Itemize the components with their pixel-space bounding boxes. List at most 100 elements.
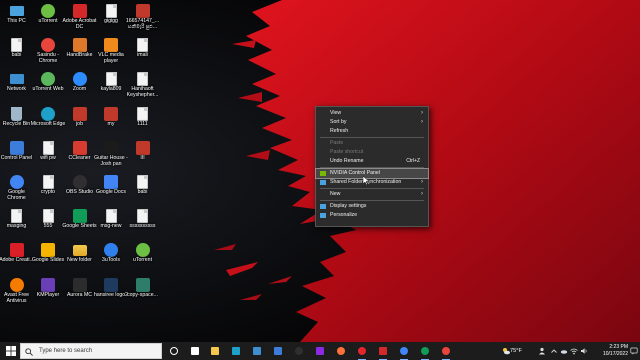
cortana-glyph bbox=[170, 347, 178, 355]
desktop-icon-aurora-mc[interactable]: Aurora MC bbox=[64, 276, 96, 316]
menu-item-paste-shortcut[interactable]: Paste shortcut bbox=[316, 148, 428, 157]
volume-icon[interactable] bbox=[580, 347, 588, 355]
taskbar-mail-icon[interactable] bbox=[272, 345, 284, 357]
nvidia-icon bbox=[320, 171, 326, 176]
sync-icon bbox=[320, 180, 326, 185]
desktop-icon-label: babi bbox=[137, 189, 148, 195]
weather-icon[interactable] bbox=[502, 347, 510, 355]
chevron-up-icon[interactable] bbox=[550, 347, 558, 355]
obs-studio-icon bbox=[72, 175, 87, 189]
adobe-creati-icon bbox=[9, 243, 24, 258]
taskbar-chrome-icon[interactable] bbox=[398, 345, 410, 360]
menu-item-view[interactable]: View › bbox=[316, 109, 428, 118]
copy-space-icon bbox=[135, 277, 150, 292]
desktop-icon-kmplayer[interactable]: KMPlayer bbox=[32, 276, 64, 316]
weather-temperature[interactable]: 75°F bbox=[510, 342, 522, 360]
kayla809-icon bbox=[105, 72, 117, 87]
notification-icon[interactable] bbox=[630, 347, 638, 355]
taskbar-photos-icon[interactable] bbox=[314, 345, 326, 357]
onedrive-icon[interactable] bbox=[560, 347, 568, 355]
menu-item-label: NVIDIA Control Panel bbox=[330, 170, 380, 176]
taskbar-firefox-icon[interactable] bbox=[335, 345, 347, 357]
google-chrome-icon bbox=[9, 175, 24, 189]
menu-item-shortcut: Ctrl+Z bbox=[406, 158, 420, 164]
desktop-icon-avast-free-antivirus[interactable]: Avast Free Antivirus bbox=[1, 276, 33, 316]
ccleaner-icon bbox=[72, 140, 87, 155]
menu-item-label: Display settings bbox=[330, 203, 367, 209]
taskbar-chrome-profile-2-icon[interactable] bbox=[440, 345, 452, 360]
desktop-icon-label: 1111 bbox=[137, 120, 148, 127]
hansiree-logo2-icon bbox=[104, 277, 118, 292]
menu-item-refresh[interactable]: Refresh bbox=[316, 127, 428, 136]
utorrent-icon bbox=[135, 243, 150, 258]
handbrake-icon bbox=[72, 38, 87, 53]
store-glyph bbox=[253, 347, 261, 355]
taskbar-pdf-icon[interactable] bbox=[377, 345, 389, 360]
taskbar-edge-icon[interactable] bbox=[230, 345, 242, 357]
menu-item-label: Refresh bbox=[330, 128, 349, 134]
chrome-profile-glyph bbox=[421, 347, 429, 355]
desktop-icon-label: imali bbox=[137, 52, 148, 59]
crypto-icon bbox=[42, 175, 54, 189]
menu-item-personalize[interactable]: Personalize bbox=[316, 211, 428, 220]
taskbar-opera-icon[interactable] bbox=[356, 345, 368, 360]
this-pc-icon bbox=[9, 6, 24, 16]
taskbar-store-icon[interactable] bbox=[251, 345, 263, 357]
sasindu-chrome-icon bbox=[41, 38, 55, 53]
taskbar-obs-icon[interactable] bbox=[293, 345, 305, 357]
desktop-icon-hansiree-logo2[interactable]: hansiree logo2 bbox=[94, 276, 128, 316]
menu-item-nvidia-control-panel[interactable]: NVIDIA Control Panel bbox=[315, 168, 429, 179]
166574147-icon bbox=[135, 4, 150, 18]
utorrent-icon bbox=[41, 4, 55, 18]
photos-glyph bbox=[316, 347, 324, 355]
desktop-icon-label: ssssssssss bbox=[129, 223, 156, 230]
microsoft-edge-icon bbox=[41, 106, 55, 121]
firefox-glyph bbox=[337, 347, 345, 355]
menu-item-label: Paste bbox=[330, 140, 344, 146]
taskbar-file-explorer-icon[interactable] bbox=[209, 345, 221, 357]
menu-item-label: Personalize bbox=[330, 212, 358, 218]
desktop-context-menu: View › Sort by › Refresh Paste Paste shortcut U… bbox=[315, 106, 429, 227]
job-icon bbox=[72, 106, 87, 121]
desktop-icon-label: uTorrent bbox=[132, 257, 153, 264]
taskbar-task-view-icon[interactable] bbox=[189, 345, 201, 357]
clock-date: 10/17/2022 bbox=[602, 351, 628, 357]
system-tray: 75°F 2:23 PM 10/17/2022 bbox=[500, 342, 640, 360]
babi-icon bbox=[11, 38, 22, 53]
gigigg-icon bbox=[105, 4, 117, 18]
people-icon[interactable] bbox=[538, 347, 546, 355]
menu-separator bbox=[320, 167, 424, 168]
menu-item-new[interactable]: New › bbox=[316, 190, 428, 199]
iii-icon bbox=[135, 140, 150, 155]
start-windows-icon[interactable] bbox=[6, 346, 16, 356]
chevron-right-icon: › bbox=[421, 191, 423, 197]
desktop[interactable]: This PC uTorrent Adobe Acrobat DC gigigg 166… bbox=[0, 0, 640, 342]
menu-item-shared-folder-synchronization[interactable]: Shared Folder Synchronization › bbox=[316, 178, 428, 187]
menu-item-display-settings[interactable]: Display settings bbox=[316, 202, 428, 211]
wifi-icon[interactable] bbox=[570, 347, 578, 355]
chevron-right-icon: › bbox=[421, 179, 423, 185]
555-icon bbox=[42, 209, 54, 224]
vlc-media-player-icon bbox=[104, 38, 118, 53]
desktop-icon-label: III bbox=[140, 154, 145, 161]
taskbar-cortana-icon[interactable] bbox=[168, 345, 180, 357]
aurora-mc-icon bbox=[72, 277, 87, 292]
ssssssssss-icon bbox=[137, 209, 148, 224]
zoom-icon bbox=[72, 72, 87, 87]
desktop-icon-label: 166574147_... හනිමැරි පුළු... bbox=[125, 18, 160, 30]
recycle-bin-icon bbox=[11, 106, 22, 121]
desktop-icon-copy-space[interactable]: copy-space... bbox=[127, 276, 159, 316]
menu-item-undo-rename[interactable]: Undo Rename Ctrl+Z bbox=[316, 157, 428, 166]
menu-item-paste[interactable]: Paste bbox=[316, 139, 428, 148]
menu-item-label: New bbox=[330, 191, 341, 197]
taskbar-clock[interactable]: 2:23 PM 10/17/2022 bbox=[603, 344, 628, 358]
file-explorer-glyph bbox=[211, 347, 219, 355]
menu-separator bbox=[320, 200, 424, 201]
search-icon bbox=[25, 348, 33, 356]
desktop-icon-label: Hanihaoft Keyshepher... bbox=[126, 86, 159, 99]
menu-item-sort-by[interactable]: Sort by › bbox=[316, 118, 428, 127]
taskbar-search-box[interactable]: Type here to search bbox=[20, 343, 162, 359]
menu-item-label: Paste shortcut bbox=[330, 149, 364, 155]
taskbar-chrome-profile-icon[interactable] bbox=[419, 345, 431, 360]
task-view-glyph bbox=[191, 347, 199, 355]
